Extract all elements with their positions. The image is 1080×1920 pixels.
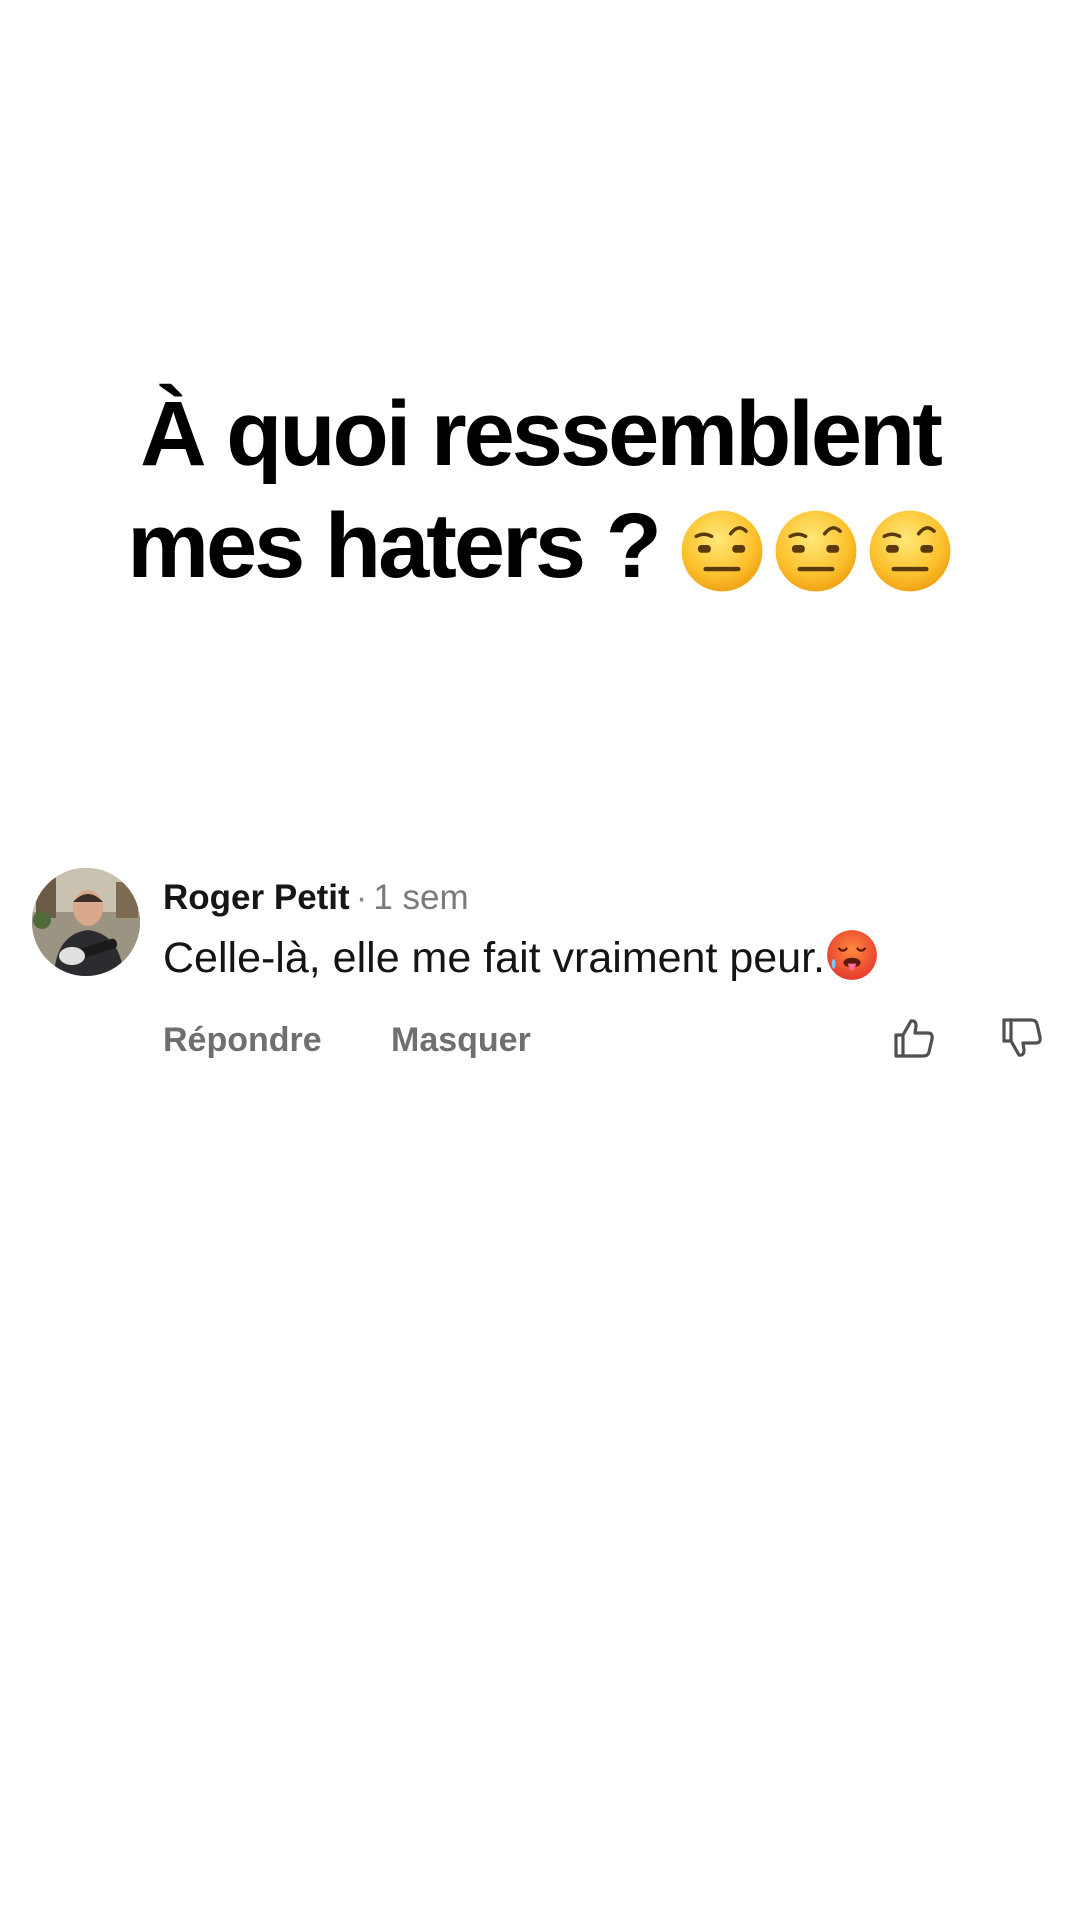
meta-separator: · <box>355 878 368 917</box>
avatar-photo <box>32 868 140 976</box>
avatar[interactable] <box>32 868 140 976</box>
headline-line-1: À quoi ressemblent <box>140 383 943 485</box>
comment-timestamp: 1 sem <box>373 878 469 917</box>
raised-eyebrow-face-icon <box>681 510 763 592</box>
comment-text: Celle-là, elle me fait vraiment peur. <box>163 934 826 982</box>
comment-item: Roger Petit · 1 sem Celle-là, elle me fait… <box>32 868 1052 1068</box>
headline-emoji-row <box>671 489 953 601</box>
hot-face-icon <box>827 930 877 980</box>
post-headline: À quoi ressemblent mes haters ? <box>0 378 1080 609</box>
thumbs-up-icon[interactable] <box>890 1014 938 1062</box>
raised-eyebrow-face-icon <box>869 510 951 592</box>
headline-line-2-text: mes haters ? <box>127 495 662 597</box>
comment-header: Roger Petit · 1 sem <box>163 876 469 920</box>
headline-line-2: mes haters ? <box>0 490 1080 609</box>
comment-body: Celle-là, elle me fait vraiment peur. <box>163 928 879 986</box>
reply-button[interactable]: Répondre <box>163 1018 322 1062</box>
raised-eyebrow-face-icon <box>775 510 857 592</box>
hide-button[interactable]: Masquer <box>391 1018 531 1062</box>
thumbs-down-icon[interactable] <box>998 1014 1046 1062</box>
comment-author[interactable]: Roger Petit <box>163 878 350 917</box>
